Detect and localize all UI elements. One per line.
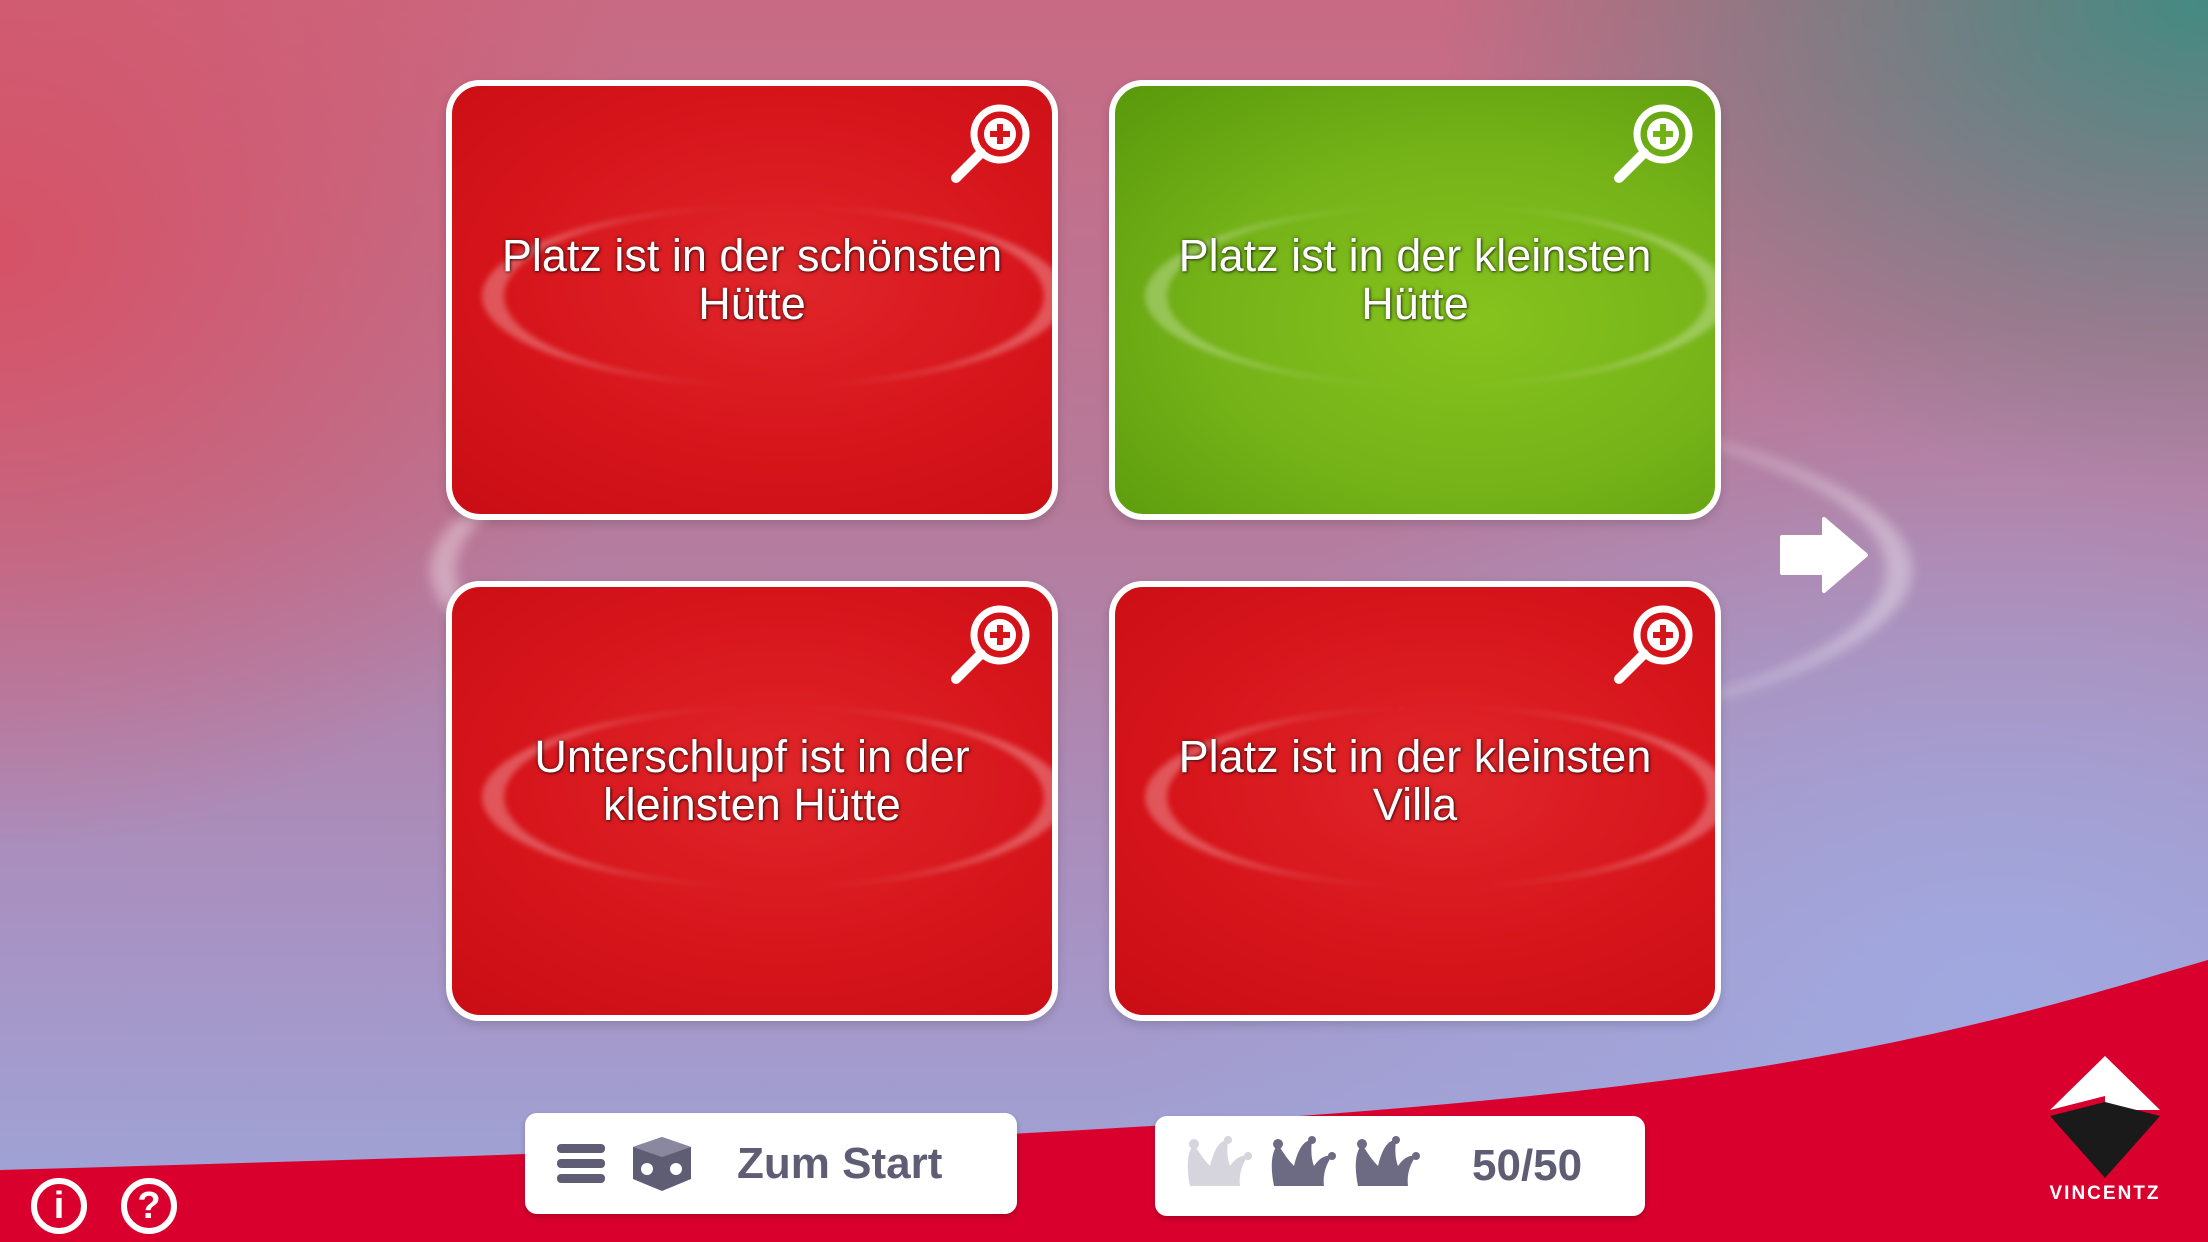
zoom-in-icon[interactable] (1611, 601, 1697, 687)
arrow-right-icon[interactable] (1778, 515, 1870, 595)
game-screen: Platz ist in der schönsten Hütte Platz i… (0, 0, 2208, 1242)
answer-card-4[interactable]: Platz ist in der kleinsten Villa (1109, 581, 1721, 1021)
zoom-in-icon[interactable] (948, 100, 1034, 186)
joker-panel: 50/50 (1155, 1116, 1645, 1216)
zoom-in-icon[interactable] (1611, 100, 1697, 186)
brand-name: VINCENTZ (2049, 1183, 2161, 1204)
score-counter: 50/50 (1472, 1141, 1583, 1190)
help-glyph: ? (137, 1184, 161, 1227)
answer-card-1[interactable]: Platz ist in der schönsten Hütte (446, 80, 1058, 520)
back-to-start-button[interactable]: Zum Start (525, 1113, 1017, 1214)
footer-band (0, 960, 2208, 1242)
jester-hat-icon[interactable] (1264, 1136, 1336, 1196)
vincentz-logo (2050, 1056, 2160, 1178)
menu-icon (557, 1143, 605, 1183)
info-glyph: i (53, 1184, 65, 1227)
help-icon[interactable]: ? (121, 1178, 177, 1234)
info-icon[interactable]: i (31, 1178, 87, 1234)
answer-card-3[interactable]: Unterschlupf ist in der kleinsten Hütte (446, 581, 1058, 1021)
zoom-in-icon[interactable] (948, 601, 1034, 687)
answer-card-2[interactable]: Platz ist in der kleinsten Hütte (1109, 80, 1721, 520)
dice-icon (633, 1136, 691, 1191)
back-to-start-label: Zum Start (737, 1138, 943, 1188)
jester-hat-icon[interactable] (1348, 1136, 1420, 1196)
jester-hat-icon[interactable] (1180, 1136, 1252, 1196)
